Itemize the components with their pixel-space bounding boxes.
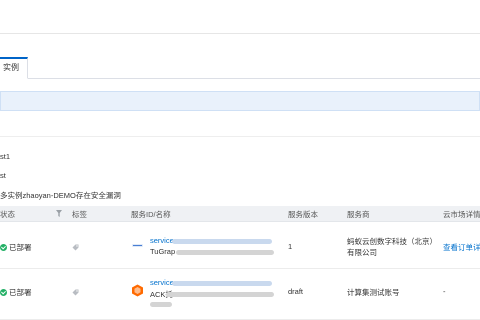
redacted-id (172, 239, 272, 244)
service-logo-icon (132, 284, 143, 297)
column-header-version: 服务版本 (288, 210, 318, 219)
status-text: 已部署 (9, 288, 32, 297)
alert-line: 多实例zhaoyan-DEMO存在安全漏洞 (0, 191, 121, 200)
table-row: 已部署 service ACK托 draft 计算集测试账号 - (0, 270, 480, 320)
status-text: 已部署 (9, 243, 32, 252)
redacted-name (176, 250, 274, 255)
status-badge: 已部署 (0, 242, 32, 253)
filter-icon[interactable] (56, 210, 62, 217)
alert-line: st (0, 171, 6, 180)
service-logo-icon (132, 244, 143, 247)
service-id-link[interactable]: service (150, 236, 174, 245)
check-circle-icon (0, 289, 7, 296)
tag-icon[interactable] (72, 244, 79, 251)
alert-panel: st1 st 多实例zhaoyan-DEMO存在安全漏洞 (0, 136, 480, 204)
redacted-name (150, 302, 172, 307)
column-header-service: 服务ID/名称 (131, 210, 171, 219)
status-badge: 已部署 (0, 287, 32, 298)
column-header-market: 云市场详情 (443, 210, 480, 219)
service-version: 1 (288, 242, 293, 251)
market-detail-empty: - (443, 287, 446, 296)
tag-icon[interactable] (72, 289, 79, 296)
provider-name: 计算集测试账号 (347, 288, 400, 297)
column-header-tags: 标签 (72, 210, 87, 219)
view-order-link[interactable]: 查看订单详 (443, 242, 480, 253)
table-row: 已部署 service TuGrap 1 蚂蚁云创数字科技（北京） 有限公司 查看… (0, 223, 480, 269)
top-bar (0, 0, 480, 34)
service-id-link[interactable]: service (150, 278, 174, 287)
instance-page: 实例 st1 st 多实例zhaoyan-DEMO存在安全漏洞 状态 标签 服务… (0, 34, 480, 320)
info-banner (0, 91, 480, 111)
service-name: TuGrap (150, 247, 176, 256)
check-circle-icon (0, 244, 7, 251)
column-header-provider: 服务商 (347, 210, 370, 219)
redacted-name (166, 292, 274, 297)
provider-name: 蚂蚁云创数字科技（北京） 有限公司 (347, 237, 437, 257)
redacted-id (172, 281, 272, 286)
alert-line: st1 (0, 152, 11, 161)
service-version: draft (288, 287, 304, 296)
table-header: 状态 标签 服务ID/名称 服务版本 服务商 云市场详情 (0, 206, 480, 222)
column-header-status: 状态 (0, 210, 15, 219)
instances-table: 状态 标签 服务ID/名称 服务版本 服务商 云市场详情 已部署 service… (0, 206, 480, 320)
tab-bar: 实例 (0, 57, 480, 79)
tab-instances[interactable]: 实例 (0, 57, 28, 79)
